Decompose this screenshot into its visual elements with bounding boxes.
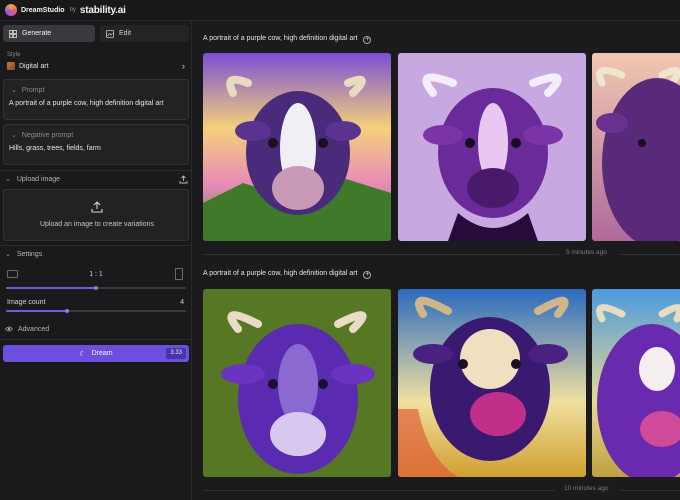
upload-image-section[interactable]: ⌄ Upload image	[0, 172, 192, 186]
image-edit-icon	[106, 29, 114, 38]
generation-prompt-text: A portrait of a purple cow, high definit…	[203, 35, 358, 42]
upload-icon	[91, 201, 103, 213]
generation-timestamp-row: 10 minutes ago	[194, 485, 680, 495]
generation-prompt-title: A portrait of a purple cow, high definit…	[203, 270, 372, 279]
image-count-slider[interactable]	[6, 309, 186, 313]
generated-image[interactable]	[592, 289, 680, 477]
dreamstudio-logo-icon[interactable]	[5, 4, 17, 16]
prompt-card[interactable]: ⌄ Prompt A portrait of a purple cow, high…	[3, 79, 189, 120]
style-label: Style	[7, 52, 21, 58]
negative-prompt-title-label: Negative prompt	[21, 132, 74, 139]
app-name[interactable]: DreamStudio	[21, 7, 65, 14]
style-value: Digital art	[19, 62, 49, 70]
upload-hint: Upload an image to create variations	[39, 221, 154, 228]
tab-edit-label: Edit	[119, 30, 132, 37]
generated-image[interactable]	[398, 289, 586, 477]
generated-image[interactable]	[203, 289, 391, 477]
add-circle-icon[interactable]: +	[363, 36, 372, 44]
prompt-input[interactable]: A portrait of a purple cow, high definit…	[9, 100, 163, 107]
divider	[620, 254, 680, 255]
divider	[203, 254, 559, 255]
generated-image[interactable]	[592, 53, 680, 241]
slider-fill	[6, 310, 67, 312]
image-count-value: 4	[180, 299, 184, 306]
negative-prompt-input[interactable]: Hills, grass, trees, fields, farm	[9, 145, 101, 152]
by-text: by	[69, 7, 76, 13]
image-count-label: Image count	[7, 299, 46, 306]
moon-icon: ☾	[79, 350, 86, 358]
divider	[0, 170, 192, 171]
divider	[620, 490, 680, 491]
generation-timestamp: 10 minutes ago	[564, 485, 609, 492]
aspect-ratio-value: 1 : 1	[89, 271, 103, 278]
tab-generate-label: Generate	[22, 30, 52, 37]
add-circle-icon[interactable]: +	[363, 271, 372, 279]
generation-timestamp-row: 5 minutes ago	[194, 249, 680, 259]
style-thumbnail-icon	[7, 62, 15, 70]
generation-prompt-text: A portrait of a purple cow, high definit…	[203, 270, 358, 277]
sidebar: Generate Edit Style Digital art › ⌄ Promp…	[0, 21, 192, 500]
chevron-down-icon: ⌄	[5, 251, 11, 258]
credit-cost-badge: 3.33	[166, 348, 186, 359]
divider	[0, 339, 192, 340]
upload-image-label: Upload image	[16, 175, 61, 183]
divider	[0, 245, 192, 246]
upload-dropzone[interactable]: Upload an image to create variations	[3, 189, 189, 241]
dream-label: Dream	[91, 350, 113, 357]
upload-icon[interactable]	[179, 174, 188, 184]
generated-image[interactable]	[203, 53, 391, 241]
advanced-section[interactable]: Advanced	[0, 322, 192, 336]
portrait-ratio-icon[interactable]	[175, 268, 183, 280]
tab-edit[interactable]: Edit	[100, 25, 189, 42]
divider	[203, 490, 555, 491]
top-bar: DreamStudio by stability.ai	[0, 0, 680, 21]
aspect-ratio-slider[interactable]	[6, 286, 186, 290]
settings-section[interactable]: ⌄ Settings	[0, 247, 192, 261]
advanced-label: Advanced	[18, 325, 50, 333]
dream-button[interactable]: ☾ Dream 3.33	[3, 345, 189, 362]
chevron-right-icon: ›	[182, 61, 185, 71]
slider-handle[interactable]	[65, 309, 69, 313]
chevron-down-icon: ⌄	[11, 132, 17, 139]
generated-image[interactable]	[398, 53, 586, 241]
generation-timestamp: 5 minutes ago	[566, 249, 607, 256]
tab-generate[interactable]: Generate	[3, 25, 95, 42]
negative-prompt-title: ⌄ Negative prompt	[11, 131, 73, 139]
prompt-title-label: Prompt	[21, 87, 45, 94]
negative-prompt-card[interactable]: ⌄ Negative prompt Hills, grass, trees, fi…	[3, 124, 189, 165]
grid-icon	[9, 29, 17, 38]
chevron-down-icon: ⌄	[5, 176, 11, 183]
chevron-down-icon: ⌄	[11, 87, 17, 94]
settings-label: Settings	[16, 250, 43, 258]
slider-fill	[6, 287, 96, 289]
style-selector[interactable]: Digital art ›	[3, 59, 189, 73]
prompt-title: ⌄ Prompt	[11, 86, 44, 94]
generation-prompt-title: A portrait of a purple cow, high definit…	[203, 35, 372, 44]
eye-icon	[5, 326, 13, 332]
slider-handle[interactable]	[94, 286, 98, 290]
aspect-ratio-row: 1 : 1	[0, 268, 192, 282]
company-logo-text: stability.ai	[79, 4, 126, 16]
